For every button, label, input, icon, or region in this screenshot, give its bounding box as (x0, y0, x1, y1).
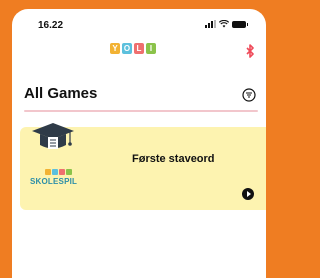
thumbnail-caption: SKOLESPIL (30, 177, 78, 186)
logo-letter: I (146, 43, 156, 54)
yoli-mini-logo (45, 169, 72, 175)
app-screen: 16.22 Y O L I All Games SKOLESPIL Første… (12, 9, 266, 278)
status-icons (205, 20, 248, 28)
bluetooth-icon[interactable] (244, 44, 256, 58)
wifi-icon (219, 20, 229, 28)
page-title: All Games (24, 85, 98, 102)
status-time: 16.22 (38, 20, 64, 31)
header-divider (24, 110, 258, 112)
graduation-cap-icon (32, 123, 74, 149)
game-card[interactable]: SKOLESPIL Første staveord (20, 123, 266, 210)
status-bar: 16.22 (12, 9, 266, 35)
signal-icon (205, 20, 216, 28)
logo-letter: Y (110, 43, 120, 54)
battery-icon (232, 20, 248, 28)
game-title: Første staveord (132, 153, 215, 165)
play-icon[interactable] (242, 188, 254, 200)
logo-letter: L (134, 43, 144, 54)
filter-icon[interactable] (242, 88, 256, 102)
logo-letter: O (122, 43, 132, 54)
game-thumbnail: SKOLESPIL (22, 119, 88, 203)
yoli-logo: Y O L I (110, 43, 156, 54)
